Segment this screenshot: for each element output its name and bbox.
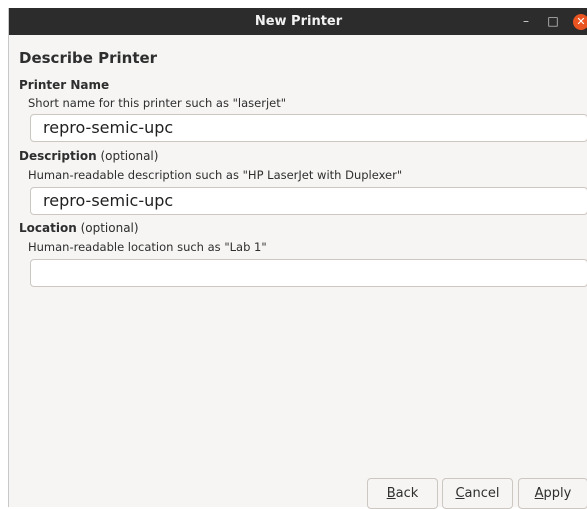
location-label-text: Location (19, 221, 77, 235)
cancel-label: ancel (464, 486, 500, 501)
title-bar[interactable]: New Printer – □ ✕ (9, 8, 587, 35)
description-label: Description (optional) (19, 149, 158, 163)
minimize-icon[interactable]: – (517, 8, 535, 35)
new-printer-dialog: New Printer – □ ✕ Describe Printer Print… (8, 8, 587, 509)
location-label: Location (optional) (19, 221, 139, 235)
description-input[interactable]: repro-semic-upc (30, 187, 587, 215)
apply-label: pply (543, 486, 572, 501)
description-optional: (optional) (96, 149, 159, 163)
location-input[interactable] (30, 259, 587, 287)
cancel-mnemonic: C (455, 486, 465, 501)
printer-name-label-text: Printer Name (19, 78, 110, 92)
description-hint: Human-readable description such as "HP L… (28, 168, 403, 182)
description-label-text: Description (19, 149, 97, 163)
window-title: New Printer (254, 14, 343, 29)
back-button[interactable]: Back (367, 478, 438, 509)
printer-name-input[interactable]: repro-semic-upc (30, 114, 587, 142)
location-optional: (optional) (76, 221, 139, 235)
back-mnemonic: B (386, 486, 396, 501)
maximize-icon[interactable]: □ (544, 8, 562, 35)
back-label: ack (395, 486, 419, 501)
cancel-button[interactable]: Cancel (442, 478, 513, 509)
page-heading: Describe Printer (19, 49, 158, 67)
location-hint: Human-readable location such as "Lab 1" (28, 240, 267, 254)
printer-name-hint: Short name for this printer such as "las… (28, 96, 287, 110)
close-icon[interactable]: ✕ (573, 14, 587, 30)
apply-button[interactable]: Apply (518, 478, 587, 509)
apply-mnemonic: A (534, 486, 544, 501)
printer-name-label: Printer Name (19, 78, 109, 92)
